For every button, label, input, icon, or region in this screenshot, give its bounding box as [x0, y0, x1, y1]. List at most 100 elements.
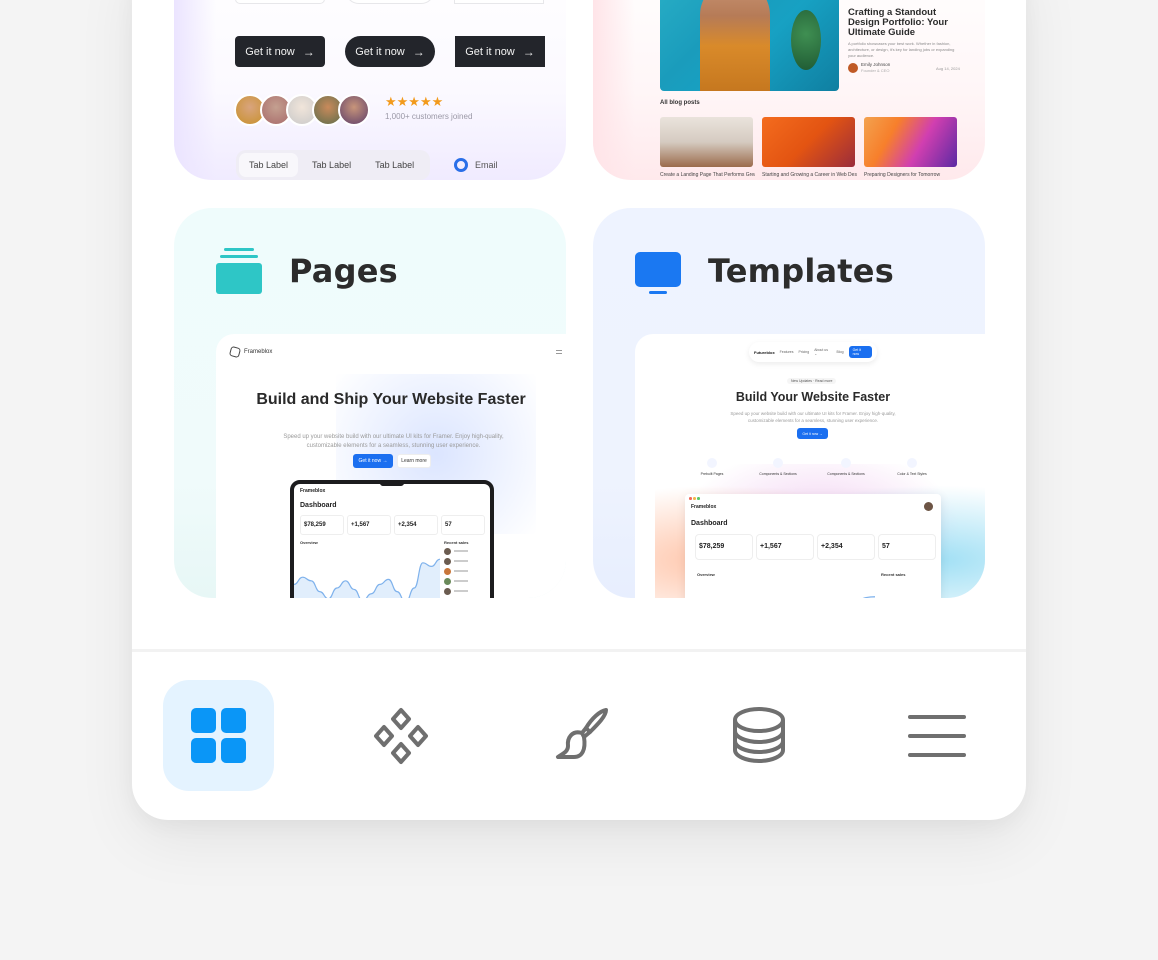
nav-link: Blog: [836, 350, 844, 354]
all-posts-heading: All blog posts: [660, 100, 700, 106]
stat-card: +1,567: [347, 515, 391, 535]
stat-value: $78,259: [699, 543, 725, 550]
customers-joined-text: 1,000+ customers joined: [385, 112, 473, 121]
recent-sales-label: Recent sales: [444, 540, 469, 545]
chart-line: [862, 596, 875, 598]
feature-label: Color & Text Styles: [897, 472, 927, 476]
stat-card: +1,567: [756, 534, 814, 560]
author-avatar: [848, 63, 858, 73]
plant: [791, 10, 821, 70]
blog-card[interactable]: Crafting a Standout Design Portfolio: Yo…: [593, 0, 985, 180]
overview-label: Overview: [697, 572, 715, 577]
hexagon-logo-icon: [228, 345, 242, 359]
nav-menu-button[interactable]: [881, 680, 992, 791]
chart-area: [864, 596, 875, 598]
radio-button[interactable]: [454, 158, 468, 172]
nav-link: Features: [779, 350, 794, 354]
dashboard-title: Dashboard: [691, 520, 728, 527]
preview-primary-cta: Get it now →: [353, 454, 393, 468]
monitor-icon: [635, 248, 681, 294]
preview-cta: Get it now →: [797, 428, 828, 439]
updates-badge: New Updates · Read more: [787, 378, 837, 384]
stat-value: +2,354: [398, 522, 417, 528]
templates-card[interactable]: Templates Futureblox Features Pricing Ab…: [593, 208, 985, 598]
post-title: Create a Landing Page That Performs Grea…: [660, 172, 755, 178]
nav-components-button[interactable]: [345, 680, 456, 791]
arrow-right-icon: →: [522, 44, 535, 59]
feature-item: Color & Text Styles: [877, 458, 947, 476]
feature-label: Components & Sections: [759, 472, 797, 476]
feature-icon: [907, 458, 917, 468]
menu-icon: [907, 714, 966, 757]
feature-label: Prebuilt Pages: [700, 472, 724, 476]
dashboard-brand: Frameblox: [300, 488, 326, 494]
post-thumbnail: [660, 117, 753, 167]
dashboard-title: Dashboard: [300, 502, 337, 509]
database-icon: [732, 706, 785, 763]
rating-stars: ★★★★★: [385, 94, 444, 109]
tab-3[interactable]: Tab Label: [365, 153, 424, 177]
post-title: Starting and Growing a Career in Web Des…: [762, 172, 857, 178]
templates-card-header: Templates: [635, 248, 894, 294]
stat-value: 57: [445, 522, 452, 528]
stat-value: $78,259: [304, 522, 326, 528]
get-it-now-button-light-3[interactable]: Get it now→: [454, 0, 544, 4]
get-it-now-button-dark-2[interactable]: Get it now →: [345, 36, 435, 67]
nav-grid-button[interactable]: [163, 680, 274, 791]
preview-subtext: Speed up your website build with our ult…: [730, 411, 896, 423]
preview-headline: Build and Ship Your Website Faster: [256, 391, 526, 408]
pages-preview: Frameblox Build and Ship Your Website Fa…: [216, 334, 566, 598]
sale-row: [444, 567, 484, 575]
button-label: Get it now: [355, 45, 405, 58]
screen: Get it now → Get it now → Get it now → Get …: [0, 0, 1158, 960]
tab-2[interactable]: Tab Label: [302, 153, 361, 177]
sale-row: [444, 557, 484, 565]
preview-headline: Build Your Website Faster: [735, 390, 891, 404]
bottom-navigation: [132, 652, 1026, 820]
pages-card-header: Pages: [216, 248, 398, 294]
tab-1[interactable]: Tab Label: [239, 153, 299, 177]
featured-post-title: Crafting a Standout Design Portfolio: Yo…: [848, 7, 948, 38]
post-thumbnail: [864, 117, 957, 167]
sale-row: [444, 587, 484, 595]
frameblox-logo: Frameblox: [228, 345, 272, 359]
sale-row: [444, 597, 484, 598]
nav-cms-button[interactable]: [703, 680, 814, 791]
feature-item: Components & Sections: [743, 458, 813, 476]
stat-value: +1,567: [351, 522, 370, 528]
get-it-now-button-light-1[interactable]: Get it now→: [235, 0, 325, 4]
templates-preview: Futureblox Features Pricing About us ⌄ B…: [635, 334, 985, 598]
post-date: Aug 14, 2024: [936, 66, 960, 71]
feature-icon: [841, 458, 851, 468]
nav-styles-button[interactable]: [524, 680, 635, 791]
stat-value: +1,567: [760, 543, 782, 550]
get-it-now-button-dark-3[interactable]: Get it now →: [455, 36, 545, 67]
stat-card: +2,354: [817, 534, 875, 560]
feature-item: Components & Sections: [811, 458, 881, 476]
components-card[interactable]: Get it now→ Get it now→ Get it now→ Get …: [174, 0, 566, 180]
pages-title: Pages: [289, 252, 398, 290]
feature-icon: [773, 458, 783, 468]
pages-stack-icon: [216, 248, 262, 294]
window-controls: [689, 497, 700, 500]
sale-row: [444, 577, 484, 585]
get-it-now-button-dark-1[interactable]: Get it now →: [235, 36, 325, 67]
post-thumbnail: [762, 117, 855, 167]
radio-label: Email: [475, 160, 498, 170]
preview-brand: Futureblox: [754, 349, 775, 355]
customer-avatars: [234, 94, 370, 126]
post-title: Preparing Designers for Tomorrow: [864, 172, 941, 178]
person: [700, 0, 770, 91]
get-it-now-button-light-2[interactable]: Get it now→: [345, 0, 435, 4]
stat-card: $78,259: [300, 515, 344, 535]
arrow-right-icon: →: [302, 44, 315, 59]
nav-cta: Get it now: [848, 346, 872, 358]
user-avatar: [924, 502, 933, 511]
laptop-mockup: Frameblox Dashboard $78,259 +1,567 +2,35…: [290, 480, 494, 598]
preview-navbar: Futureblox Features Pricing About us ⌄ B…: [749, 342, 877, 362]
pages-card[interactable]: Pages Frameblox Build and Ship Your Webs…: [174, 208, 566, 598]
stat-card: 57: [878, 534, 936, 560]
app-panel: Get it now → Get it now → Get it now → Get …: [132, 0, 1026, 820]
nav-link: Pricing: [798, 350, 810, 354]
feature-icon: [707, 458, 717, 468]
